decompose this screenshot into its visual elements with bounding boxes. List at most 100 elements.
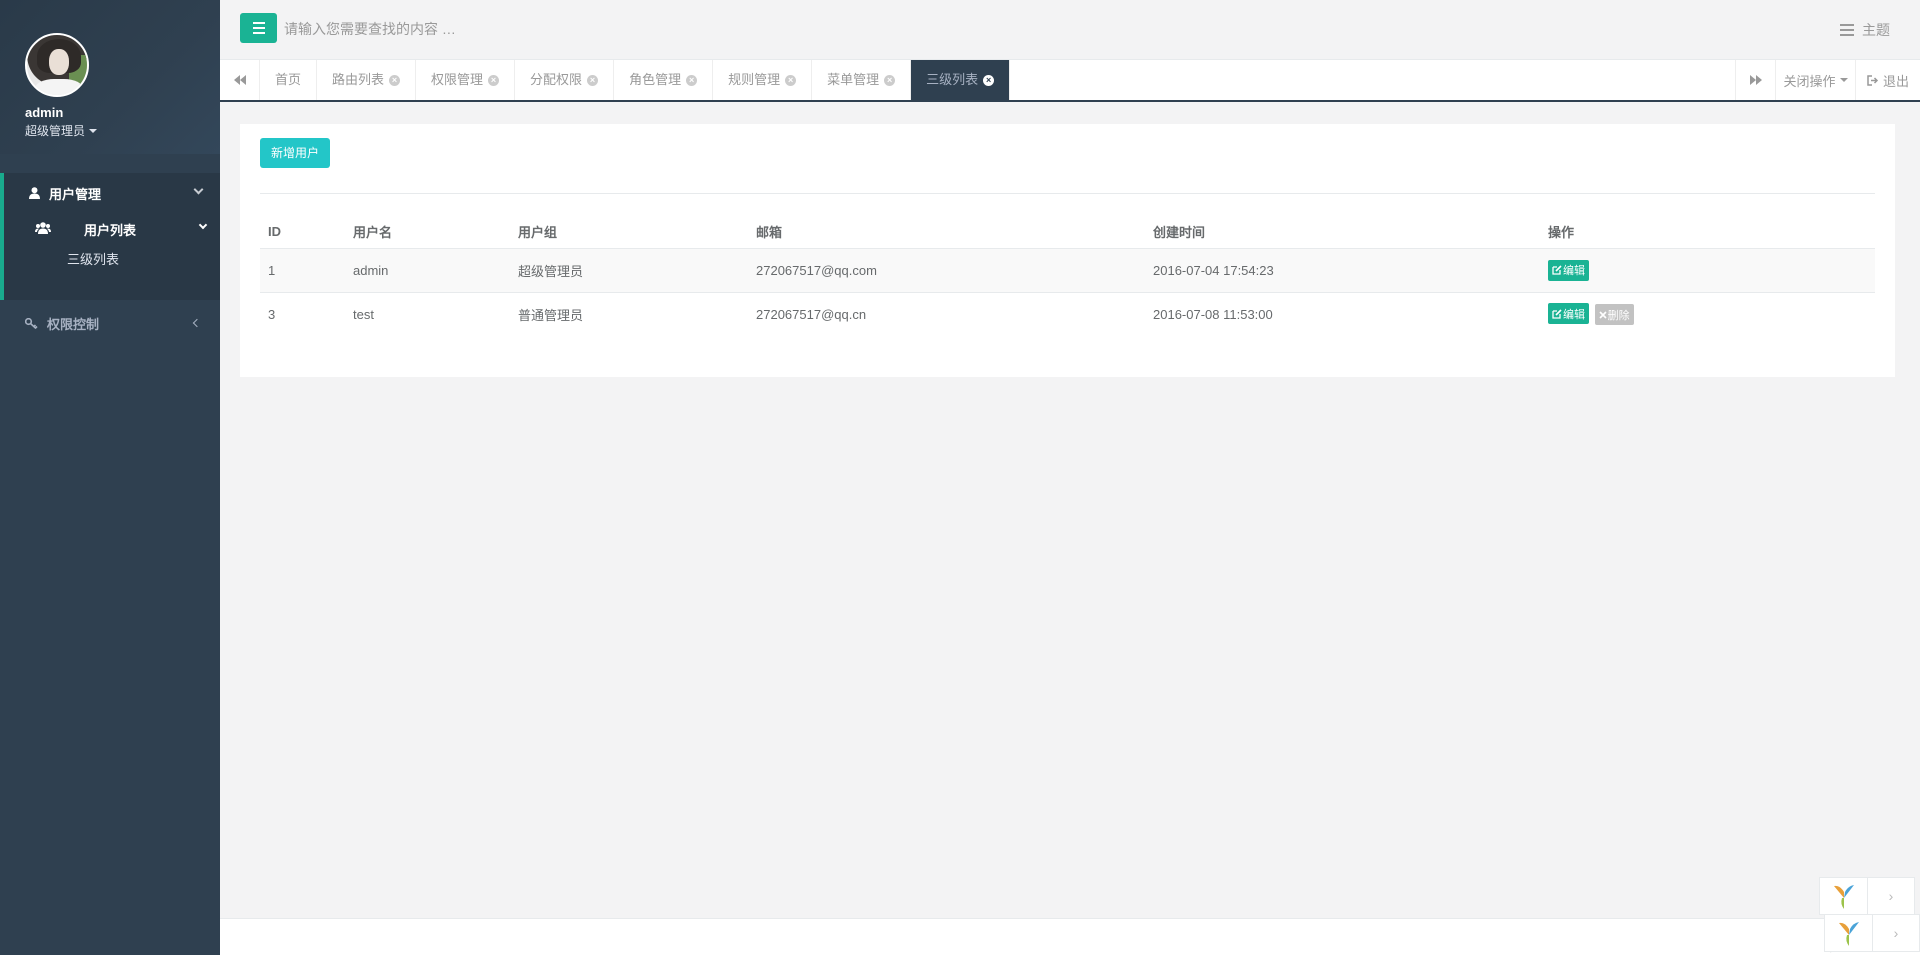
edit-icon xyxy=(1552,265,1562,275)
close-icon[interactable]: × xyxy=(785,74,797,86)
tabs-scroll-right-button[interactable] xyxy=(1735,60,1775,100)
users-icon xyxy=(35,222,51,236)
close-icon xyxy=(1599,311,1607,319)
yii-logo-icon xyxy=(1825,915,1873,951)
theme-label: 主题 xyxy=(1862,22,1890,38)
sidebar-item-level3-list[interactable]: 三级列表 xyxy=(4,245,220,275)
sidebar-item-label: 权限控制 xyxy=(47,316,100,332)
column-header-id: ID xyxy=(260,215,345,249)
theme-button[interactable]: 主题 xyxy=(1840,20,1890,40)
cell-group: 超级管理员 xyxy=(510,247,748,292)
search-input[interactable] xyxy=(284,13,684,45)
tasks-icon xyxy=(1840,24,1854,36)
divider xyxy=(260,193,1875,194)
table-row: 1 admin 超级管理员 272067517@qq.com 2016-07-0… xyxy=(260,247,1875,292)
close-icon[interactable]: × xyxy=(686,74,698,86)
sign-out-icon xyxy=(1867,74,1879,86)
cell-id: 1 xyxy=(260,247,345,292)
tab-menu-mgmt[interactable]: 菜单管理 × xyxy=(812,60,912,100)
cell-actions: 编辑 xyxy=(1540,247,1875,292)
tab-permission-mgmt[interactable]: 权限管理 × xyxy=(416,60,516,100)
user-icon xyxy=(27,186,41,200)
column-header-email: 邮箱 xyxy=(748,215,1145,249)
tab-label: 三级列表 xyxy=(926,72,979,87)
tab-rule-mgmt[interactable]: 规则管理 × xyxy=(713,60,813,100)
edit-button[interactable]: 编辑 xyxy=(1548,303,1589,325)
cell-created: 2016-07-04 17:54:23 xyxy=(1145,247,1540,292)
tab-label: 分配权限 xyxy=(530,72,583,87)
table-row: 3 test 普通管理员 272067517@qq.cn 2016-07-08 … xyxy=(260,291,1875,336)
cell-created: 2016-07-08 11:53:00 xyxy=(1145,291,1540,336)
logout-button[interactable]: 退出 xyxy=(1855,60,1920,100)
close-ops-label: 关闭操作 xyxy=(1783,73,1836,89)
edit-label: 编辑 xyxy=(1563,265,1585,277)
edit-icon xyxy=(1552,309,1562,319)
cell-actions: 编辑 删除 xyxy=(1540,291,1875,336)
profile-area: admin 超级管理员 xyxy=(0,0,220,154)
key-icon xyxy=(25,316,39,330)
chevron-right-icon: › xyxy=(1893,925,1899,941)
chevron-down-icon xyxy=(198,220,208,230)
profile-role-label: 超级管理员 xyxy=(25,124,86,138)
tab-label: 路由列表 xyxy=(332,72,385,87)
close-icon[interactable]: × xyxy=(389,74,401,86)
content-panel: 新增用户 ID 用户名 用户组 邮箱 创建时间 操作 1 admin 超级管理员… xyxy=(240,124,1895,377)
delete-label: 删除 xyxy=(1607,309,1630,322)
tabs: 首页 路由列表 × 权限管理 × 分配权限 × 角色管理 × 规则管理 × 菜单管理 × 三… xyxy=(260,60,1011,100)
sidebar-item-user-list[interactable]: 用户列表 xyxy=(4,213,220,245)
nav-group-user-mgmt: 用户管理 用户列表 三级列表 xyxy=(0,173,220,300)
tab-label: 权限管理 xyxy=(431,72,484,87)
page-tabs-bar: 首页 路由列表 × 权限管理 × 分配权限 × 角色管理 × 规则管理 × 菜单管理 × 三… xyxy=(220,60,1920,102)
chevron-left-icon xyxy=(192,318,202,328)
sidebar-item-user-mgmt[interactable]: 用户管理 xyxy=(4,173,220,213)
yii-logo-icon xyxy=(1820,878,1868,914)
close-operations-dropdown[interactable]: 关闭操作 xyxy=(1775,60,1855,100)
footer: © 20 xyxy=(220,918,1920,955)
edit-button[interactable]: 编辑 xyxy=(1548,259,1589,281)
caret-down-icon xyxy=(1839,78,1848,82)
chevron-down-icon xyxy=(193,184,204,195)
floating-widget[interactable]: › xyxy=(1824,914,1920,952)
tab-home[interactable]: 首页 xyxy=(260,60,318,100)
delete-button[interactable]: 删除 xyxy=(1594,304,1634,326)
sidebar: admin 超级管理员 用户管理 用户列表 三级列表 权限控制 xyxy=(0,0,220,955)
avatar[interactable] xyxy=(25,33,89,97)
profile-role-dropdown[interactable]: 超级管理员 xyxy=(25,122,220,139)
tab-route-list[interactable]: 路由列表 × xyxy=(317,60,417,100)
column-header-created: 创建时间 xyxy=(1145,215,1540,249)
tab-assign-permission[interactable]: 分配权限 × xyxy=(515,60,615,100)
sidebar-item-label: 用户列表 xyxy=(84,222,137,238)
profile-name: admin xyxy=(25,105,64,120)
tab-label: 角色管理 xyxy=(629,72,682,87)
close-icon[interactable]: × xyxy=(983,74,995,86)
forward-icon xyxy=(1749,75,1762,85)
sidebar-item-perm-control[interactable]: 权限控制 xyxy=(0,303,220,343)
topbar: 主题 xyxy=(220,0,1920,60)
cell-id: 3 xyxy=(260,291,345,336)
edit-label: 编辑 xyxy=(1563,308,1585,321)
chevron-right-icon: › xyxy=(1888,888,1894,904)
cell-group: 普通管理员 xyxy=(510,291,748,336)
menu-toggle-button[interactable] xyxy=(240,13,277,43)
users-table: ID 用户名 用户组 邮箱 创建时间 操作 1 admin 超级管理员 2720… xyxy=(260,215,1875,336)
cell-username: admin xyxy=(345,247,510,292)
close-icon[interactable]: × xyxy=(587,74,599,86)
column-header-username: 用户名 xyxy=(345,215,510,249)
close-icon[interactable]: × xyxy=(488,74,500,86)
caret-down-icon xyxy=(89,128,98,133)
logout-label: 退出 xyxy=(1882,73,1909,89)
floating-widget[interactable]: › xyxy=(1819,877,1915,915)
tab-role-mgmt[interactable]: 角色管理 × xyxy=(614,60,714,100)
tab-level3-list[interactable]: 三级列表 × xyxy=(911,60,1011,100)
cell-email: 272067517@qq.cn xyxy=(748,291,1145,336)
cell-username: test xyxy=(345,291,510,336)
backward-icon xyxy=(233,75,246,85)
sidebar-item-label: 用户管理 xyxy=(49,186,102,202)
column-header-actions: 操作 xyxy=(1540,215,1875,249)
table-header-row: ID 用户名 用户组 邮箱 创建时间 操作 xyxy=(260,215,1875,249)
tabs-scroll-left-button[interactable] xyxy=(220,60,260,100)
close-icon[interactable]: × xyxy=(884,74,896,86)
add-user-button[interactable]: 新增用户 xyxy=(260,138,331,168)
tab-label: 规则管理 xyxy=(728,72,781,87)
tab-label: 菜单管理 xyxy=(827,72,880,87)
